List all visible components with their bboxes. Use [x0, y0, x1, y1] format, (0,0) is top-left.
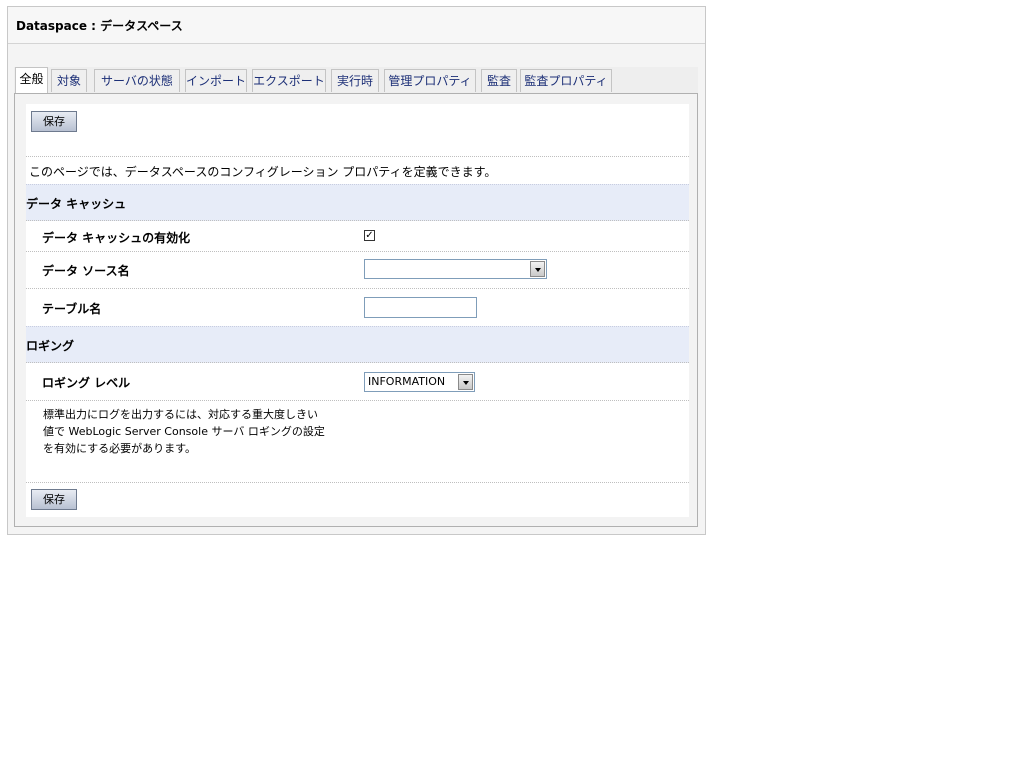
title-bar: Dataspace : データスペース: [8, 7, 705, 44]
divider: [26, 220, 689, 221]
tab-import[interactable]: インポート: [185, 69, 247, 92]
tab-general[interactable]: 全般: [15, 67, 48, 93]
dataspace-window: Dataspace : データスペース 全般 対象 サーバの状態 インポート エ…: [7, 6, 706, 535]
tab-target[interactable]: 対象: [51, 69, 87, 92]
divider: [26, 251, 689, 252]
page-description: このページでは、データスペースのコンフィグレーション プロパティを定義できます。: [29, 165, 497, 179]
tab-audit-properties[interactable]: 監査プロパティ: [520, 69, 612, 92]
table-name-label: テーブル名: [42, 302, 102, 316]
tab-export[interactable]: エクスポート: [252, 69, 326, 92]
logging-level-select[interactable]: INFORMATION: [364, 372, 475, 392]
tab-audit[interactable]: 監査: [481, 69, 517, 92]
chevron-down-icon[interactable]: [458, 374, 473, 390]
tab-bar: 全般 対象 サーバの状態 インポート エクスポート 実行時 管理プロパティ 監査…: [14, 67, 698, 93]
section-title-logging: ロギング: [26, 339, 75, 353]
enable-data-cache-label: データ キャッシュの有効化: [42, 231, 191, 245]
section-title-data-cache: データ キャッシュ: [26, 197, 127, 211]
divider: [26, 400, 689, 401]
save-button-top[interactable]: 保存: [31, 111, 77, 132]
datasource-name-select[interactable]: [364, 259, 547, 279]
section-header-logging: ロギング: [26, 326, 689, 363]
save-button-bottom[interactable]: 保存: [31, 489, 77, 510]
divider: [26, 362, 689, 363]
tab-admin-properties[interactable]: 管理プロパティ: [384, 69, 476, 92]
divider: [26, 288, 689, 289]
divider: [26, 156, 689, 157]
datasource-name-label: データ ソース名: [42, 264, 130, 278]
help-line: 標準出力にログを出力するには、対応する重大度しきい: [43, 408, 318, 421]
divider: [26, 482, 689, 483]
page-title: Dataspace : データスペース: [16, 19, 183, 33]
section-header-data-cache: データ キャッシュ: [26, 184, 689, 221]
tab-server-status[interactable]: サーバの状態: [94, 69, 180, 92]
form-content: 保存 このページでは、データスペースのコンフィグレーション プロパティを定義でき…: [26, 104, 689, 517]
logging-level-label: ロギング レベル: [42, 376, 131, 390]
enable-data-cache-checkbox[interactable]: ✓: [364, 230, 375, 241]
help-line: 値で WebLogic Server Console サーバ ロギングの設定: [43, 425, 325, 438]
tab-panel: 保存 このページでは、データスペースのコンフィグレーション プロパティを定義でき…: [14, 93, 698, 527]
help-line: を有効にする必要があります。: [43, 442, 197, 455]
table-name-input[interactable]: [364, 297, 477, 318]
logging-help-text: 標準出力にログを出力するには、対応する重大度しきい 値で WebLogic Se…: [43, 406, 373, 457]
logging-level-value: INFORMATION: [368, 375, 446, 388]
tab-runtime[interactable]: 実行時: [331, 69, 379, 92]
chevron-down-icon[interactable]: [530, 261, 545, 277]
